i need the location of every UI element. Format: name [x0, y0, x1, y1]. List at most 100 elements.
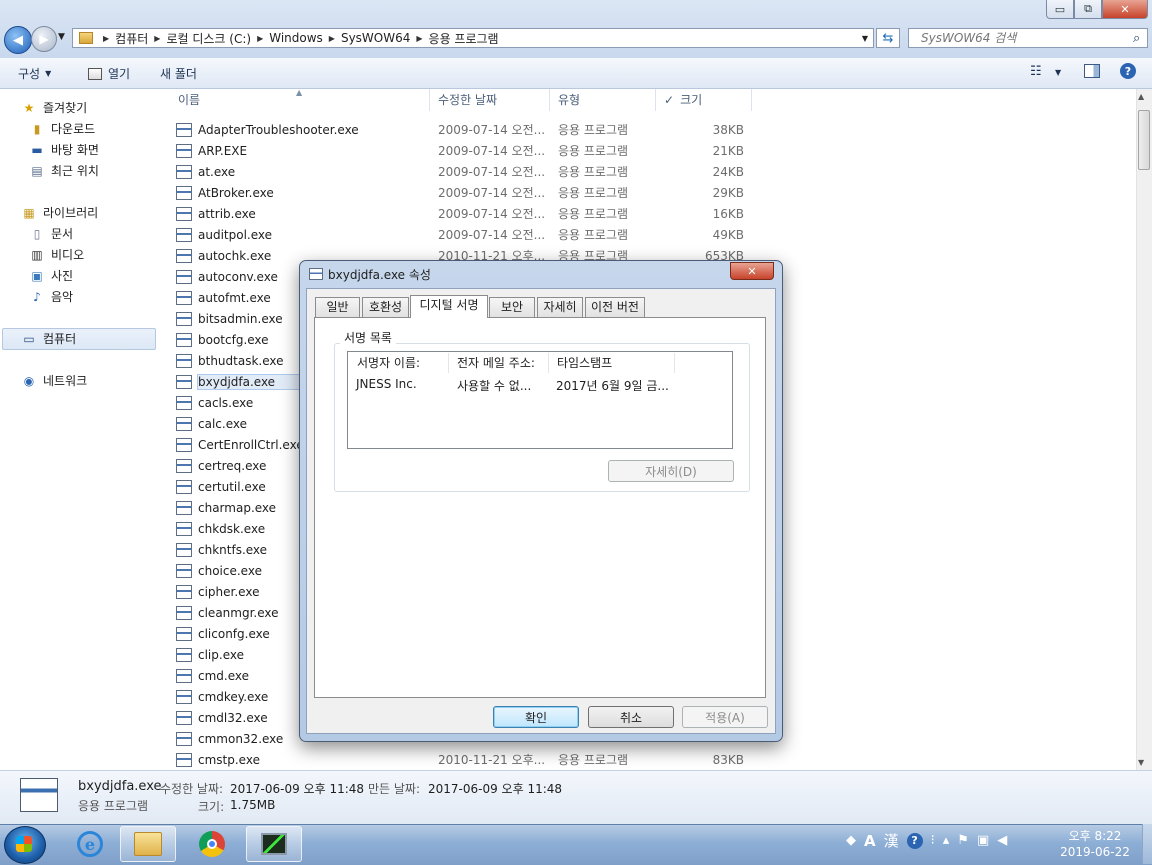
- volume-icon[interactable]: ◀: [997, 833, 1007, 848]
- search-input[interactable]: [919, 30, 1133, 46]
- tab-security[interactable]: 보안: [489, 297, 535, 317]
- list-header-timestamp[interactable]: 타임스탬프: [549, 353, 675, 373]
- file-date-cell: 2009-07-14 오전...: [438, 165, 546, 179]
- nav-downloads[interactable]: ▮ 다운로드: [30, 120, 95, 137]
- minimize-button[interactable]: ▭: [1046, 0, 1074, 19]
- nav-videos[interactable]: ▥ 비디오: [30, 246, 84, 263]
- column-type[interactable]: 유형: [550, 89, 656, 111]
- table-row[interactable]: cmstp.exe 2010-11-21 오후... 응용 프로그램 83KB: [176, 749, 744, 770]
- network-status-icon[interactable]: ▣: [977, 833, 989, 848]
- exe-file-icon: [176, 122, 192, 137]
- back-button[interactable]: ◀: [4, 26, 32, 54]
- application-icon: [309, 268, 323, 280]
- library-icon: ▦: [23, 205, 35, 220]
- table-row[interactable]: AtBroker.exe 2009-07-14 오전... 응용 프로그램 29KB: [176, 182, 744, 203]
- scroll-thumb[interactable]: [1138, 110, 1150, 170]
- taskbar-chrome[interactable]: [184, 826, 240, 862]
- arrow-right-icon: ▶: [39, 32, 49, 46]
- table-row[interactable]: attrib.exe 2009-07-14 오전... 응용 프로그램 16KB: [176, 203, 744, 224]
- breadcrumb-windows[interactable]: Windows: [269, 31, 323, 45]
- tab-previous-versions[interactable]: 이전 버전: [585, 297, 645, 317]
- download-folder-icon: ▮: [33, 121, 41, 136]
- organize-button[interactable]: 구성 ▼: [18, 65, 51, 82]
- taskbar-internet-explorer[interactable]: e: [62, 826, 118, 862]
- refresh-button[interactable]: ⇆: [876, 28, 900, 48]
- column-size[interactable]: ✓ 크기: [656, 89, 752, 111]
- chevron-right-icon[interactable]: ▶: [154, 34, 160, 43]
- ime-hanja-mode[interactable]: 漢: [884, 830, 899, 851]
- table-row[interactable]: auditpol.exe 2009-07-14 오전... 응용 프로그램 49KB: [176, 224, 744, 245]
- column-date[interactable]: 수정한 날짜: [430, 89, 550, 111]
- action-center-icon[interactable]: ⚑: [957, 833, 969, 848]
- breadcrumb-local-disk[interactable]: 로컬 디스크 (C:): [166, 30, 251, 47]
- vertical-scrollbar[interactable]: [1136, 89, 1152, 770]
- chevron-right-icon[interactable]: ▶: [329, 34, 335, 43]
- system-clock[interactable]: 오후 8:22 2019-06-22: [1050, 828, 1140, 860]
- list-header-email[interactable]: 전자 메일 주소:: [449, 353, 549, 373]
- forward-button[interactable]: ▶: [31, 26, 57, 52]
- open-button[interactable]: 열기: [88, 65, 130, 82]
- language-bar-icon[interactable]: ◆: [846, 833, 856, 848]
- taskbar-explorer[interactable]: [120, 826, 176, 862]
- exe-file-icon: [176, 395, 192, 410]
- chevron-right-icon[interactable]: ▶: [103, 34, 109, 43]
- nav-recent[interactable]: ▤ 최근 위치: [30, 162, 99, 179]
- view-options-icon[interactable]: ☷: [1030, 64, 1042, 79]
- ime-alpha-mode[interactable]: A: [864, 832, 876, 850]
- signature-details-button[interactable]: 자세히(D): [608, 460, 734, 482]
- ime-options-icon[interactable]: ⁝: [931, 833, 935, 848]
- scroll-up-icon[interactable]: ▲: [1138, 92, 1144, 101]
- search-icon[interactable]: ⌕: [1133, 31, 1147, 46]
- table-row[interactable]: at.exe 2009-07-14 오전... 응용 프로그램 24KB: [176, 161, 744, 182]
- breadcrumb-applications[interactable]: 응용 프로그램: [429, 30, 499, 47]
- exe-file-icon: [176, 731, 192, 746]
- signature-name[interactable]: JNESS Inc.: [356, 377, 417, 391]
- table-row[interactable]: AdapterTroubleshooter.exe 2009-07-14 오전..…: [176, 119, 744, 140]
- apply-button[interactable]: 적용(A): [682, 706, 768, 728]
- windows-logo-icon: [16, 836, 32, 852]
- nav-desktop[interactable]: ▬ 바탕 화면: [30, 141, 99, 158]
- nav-favorites[interactable]: ★ 즐겨찾기: [22, 99, 88, 116]
- nav-documents[interactable]: ▯ 문서: [30, 225, 73, 242]
- scroll-down-icon[interactable]: ▼: [1138, 758, 1144, 767]
- file-size-cell: 21KB: [712, 143, 744, 158]
- signature-timestamp[interactable]: 2017년 6월 9일 금...: [556, 377, 669, 394]
- nav-pictures[interactable]: ▣ 사진: [30, 267, 73, 284]
- tab-general[interactable]: 일반: [315, 297, 360, 317]
- nav-label: 바탕 화면: [51, 143, 99, 157]
- cancel-button[interactable]: 취소: [588, 706, 674, 728]
- help-icon[interactable]: ?: [1120, 63, 1136, 79]
- search-box[interactable]: ⌕: [908, 28, 1148, 48]
- preview-pane-icon[interactable]: [1084, 64, 1100, 78]
- dialog-close-button[interactable]: ✕: [730, 262, 774, 280]
- tab-digital-signatures[interactable]: 디지털 서명: [410, 295, 488, 318]
- tab-compatibility[interactable]: 호환성: [362, 297, 409, 317]
- file-date-cell: 2010-11-21 오후...: [438, 753, 546, 767]
- chevron-right-icon[interactable]: ▶: [416, 34, 422, 43]
- signature-email[interactable]: 사용할 수 없...: [457, 377, 531, 394]
- list-header-signer[interactable]: 서명자 이름:: [349, 353, 449, 373]
- tab-details[interactable]: 자세히: [537, 297, 583, 317]
- recent-pages-dropdown[interactable]: ▼: [58, 32, 65, 42]
- breadcrumb-syswow64[interactable]: SysWOW64: [341, 31, 410, 45]
- show-desktop-button[interactable]: [1142, 824, 1152, 864]
- chevron-down-icon[interactable]: ▼: [1055, 68, 1061, 77]
- new-folder-button[interactable]: 새 폴더: [160, 65, 197, 82]
- maximize-button[interactable]: ⧉: [1074, 0, 1102, 19]
- chevron-down-icon: ▼: [58, 32, 65, 42]
- address-bar[interactable]: ▶ 컴퓨터 ▶ 로컬 디스크 (C:) ▶ Windows ▶ SysWOW64…: [72, 28, 874, 48]
- chevron-right-icon[interactable]: ▶: [257, 34, 263, 43]
- nav-network[interactable]: ◉ 네트워크: [22, 372, 87, 389]
- chevron-down-icon[interactable]: ▼: [857, 34, 873, 43]
- breadcrumb-computer[interactable]: 컴퓨터: [115, 30, 148, 47]
- ime-help-icon[interactable]: ?: [906, 832, 923, 849]
- nav-computer[interactable]: ▭ 컴퓨터: [22, 330, 76, 347]
- details-created-label: 만든 날짜:: [368, 782, 421, 796]
- nav-libraries[interactable]: ▦ 라이브러리: [22, 204, 98, 221]
- tray-expand-icon[interactable]: ▴: [943, 833, 950, 848]
- ok-button[interactable]: 확인: [493, 706, 579, 728]
- table-row[interactable]: ARP.EXE 2009-07-14 오전... 응용 프로그램 21KB: [176, 140, 744, 161]
- nav-music[interactable]: ♪ 음악: [30, 288, 73, 305]
- taskbar-task-manager[interactable]: [246, 826, 302, 862]
- close-button[interactable]: ✕: [1102, 0, 1148, 19]
